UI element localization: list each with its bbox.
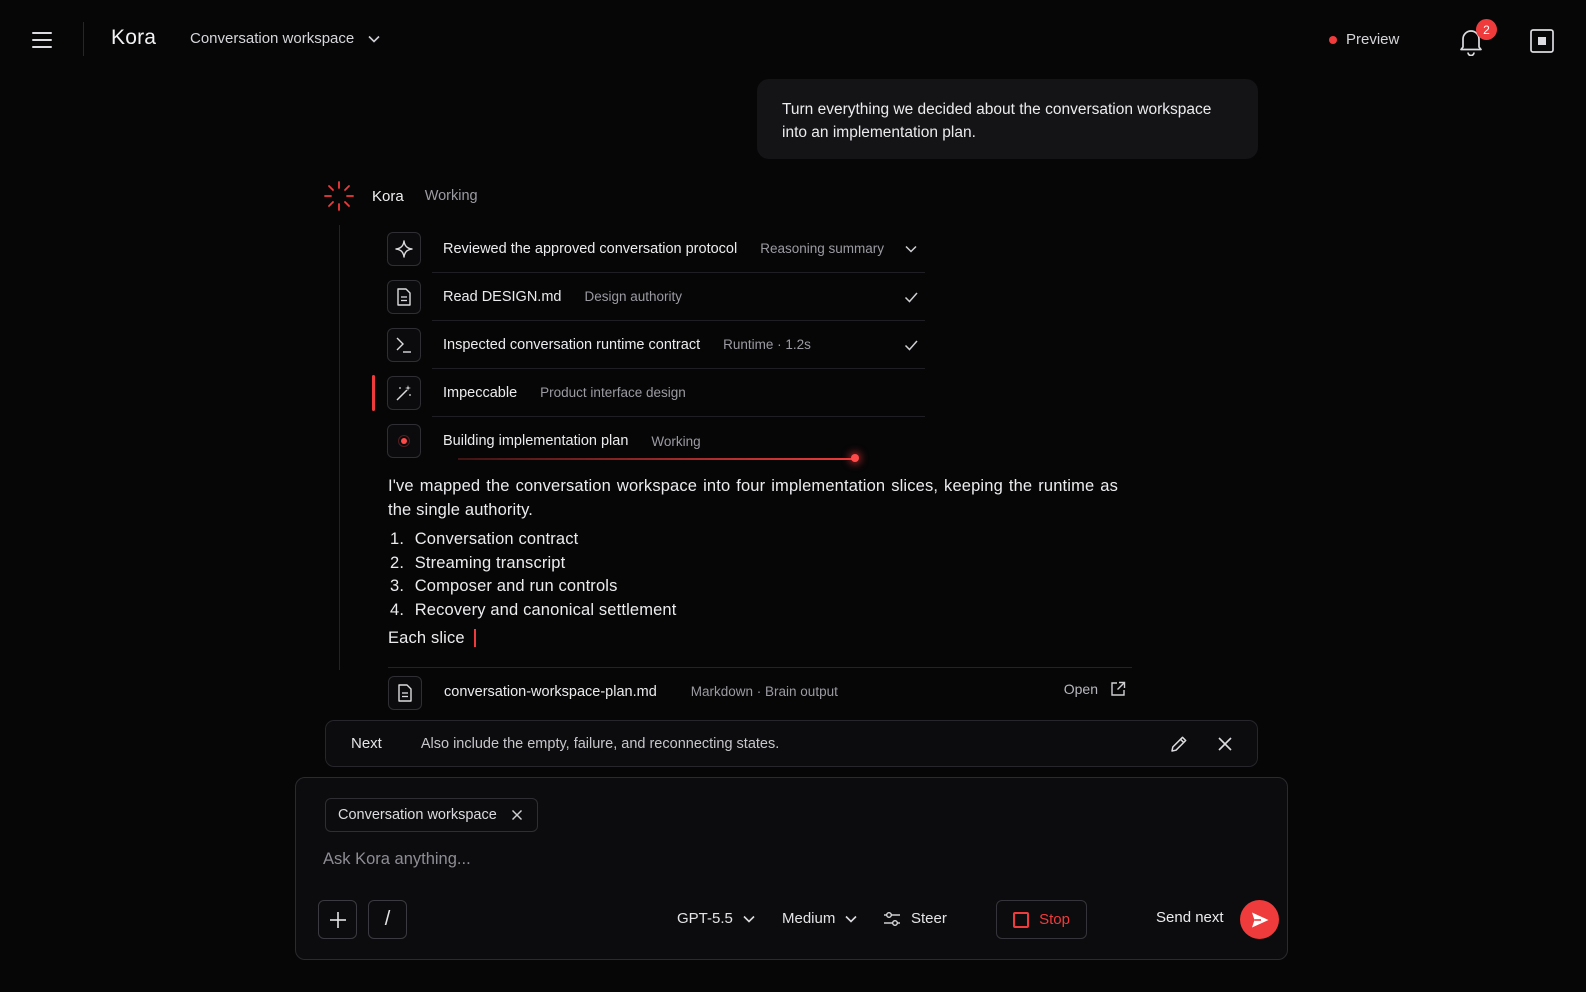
- chevron-down-icon[interactable]: [903, 241, 919, 257]
- steer-button[interactable]: Steer: [883, 910, 947, 927]
- sparkle-icon: [387, 232, 421, 266]
- pulse-dot-icon: [387, 424, 421, 458]
- list-item: 1. Conversation contract: [390, 530, 579, 548]
- queued-message-bar: Next Also include the empty, failure, an…: [325, 720, 1258, 767]
- list-item: 4. Recovery and canonical settlement: [390, 600, 677, 619]
- streaming-text: Each slice: [388, 629, 465, 647]
- chevron-down-icon: [743, 915, 755, 923]
- step-meta: Runtime · 1.2s: [723, 337, 811, 352]
- user-message-bubble: Turn everything we decided about the con…: [757, 79, 1258, 159]
- add-attachment-button[interactable]: [318, 900, 357, 939]
- app-brand: Kora: [111, 26, 157, 49]
- composer: Conversation workspace / GPT-5.5 Medium …: [295, 777, 1288, 960]
- step-meta: Design authority: [584, 289, 683, 304]
- artifact-row[interactable]: conversation-workspace-plan.md Markdown …: [388, 667, 1132, 715]
- streaming-line: Each slice: [388, 626, 1118, 650]
- pencil-icon[interactable]: [1169, 734, 1189, 754]
- top-bar: Kora Conversation workspace Preview 2: [0, 0, 1586, 80]
- message-input[interactable]: [323, 845, 1253, 873]
- chevron-down-icon: [368, 35, 380, 43]
- assistant-message: I've mapped the conversation workspace i…: [388, 474, 1118, 650]
- active-step-indicator: [372, 375, 375, 411]
- activity-step[interactable]: Inspected conversation runtime contract …: [387, 321, 925, 369]
- close-icon[interactable]: [1215, 734, 1235, 754]
- step-title: Reviewed the approved conversation proto…: [443, 240, 738, 257]
- step-title: Read DESIGN.md: [443, 288, 562, 305]
- close-icon[interactable]: [511, 809, 523, 821]
- activity-step-body: Reviewed the approved conversation proto…: [432, 225, 925, 273]
- plus-icon: [329, 911, 346, 928]
- sliders-icon: [884, 911, 900, 926]
- activity-step-body: Impeccable Product interface design: [432, 369, 925, 417]
- kora-sparkle-logo-icon: [324, 181, 354, 211]
- slice-list: 1. Conversation contract 2. Streaming tr…: [388, 527, 1118, 621]
- document-icon: [388, 675, 422, 710]
- artifact-open-button[interactable]: Open: [1064, 681, 1126, 697]
- step-title: Building implementation plan: [443, 433, 629, 449]
- stop-icon: [1013, 911, 1030, 928]
- effort-selector[interactable]: Medium: [782, 910, 857, 927]
- hamburger-menu-icon[interactable]: [28, 26, 56, 54]
- assistant-name: Kora: [372, 187, 404, 205]
- activity-step-body: Inspected conversation runtime contract …: [432, 321, 925, 369]
- plan-progress-line: [458, 458, 856, 460]
- list-item: 2. Streaming transcript: [390, 553, 566, 572]
- stop-label: Stop: [1039, 911, 1070, 928]
- check-icon: [904, 292, 918, 303]
- workspace-selector[interactable]: Conversation workspace: [190, 30, 380, 47]
- preview-button[interactable]: Preview: [1329, 31, 1399, 48]
- steer-label: Steer: [911, 910, 947, 927]
- step-title: Inspected conversation runtime contract: [443, 336, 701, 353]
- external-link-icon: [1111, 681, 1126, 696]
- step-meta: Reasoning summary: [760, 241, 885, 256]
- magic-wand-icon: [387, 376, 421, 410]
- step-meta: Product interface design: [540, 385, 686, 400]
- slash-command-button[interactable]: /: [368, 900, 407, 939]
- terminal-icon: [387, 328, 421, 362]
- queued-text: Also include the empty, failure, and rec…: [420, 735, 780, 752]
- preview-label: Preview: [1346, 31, 1400, 48]
- message-intro: I've mapped the conversation workspace i…: [388, 477, 1118, 519]
- notification-badge: 2: [1476, 19, 1497, 40]
- send-arrow-icon: [1251, 912, 1268, 927]
- user-message-line: Turn everything we decided about the con…: [782, 101, 1212, 118]
- list-item: 3. Composer and run controls: [390, 577, 618, 595]
- artifact-filename: conversation-workspace-plan.md: [444, 683, 657, 700]
- preview-status-dot: [1329, 35, 1337, 44]
- step-meta: Working: [651, 433, 701, 449]
- model-selector[interactable]: GPT-5.5: [677, 910, 755, 927]
- activity-step[interactable]: Impeccable Product interface design: [372, 369, 925, 417]
- activity-step[interactable]: Reviewed the approved conversation proto…: [387, 225, 925, 273]
- activity-step[interactable]: Read DESIGN.md Design authority: [387, 273, 925, 321]
- chevron-down-icon: [845, 915, 857, 923]
- assistant-status: Working: [424, 188, 478, 204]
- context-chip-label: Conversation workspace: [338, 807, 497, 823]
- effort-label: Medium: [782, 910, 836, 927]
- timeline-rail: [339, 225, 340, 670]
- queued-label: Next: [351, 735, 382, 752]
- header-divider: [83, 22, 84, 56]
- document-icon: [387, 280, 421, 314]
- model-label: GPT-5.5: [677, 910, 733, 927]
- send-button[interactable]: [1240, 900, 1279, 939]
- context-chip[interactable]: Conversation workspace: [325, 798, 538, 832]
- artifact-meta: Markdown · Brain output: [690, 684, 838, 699]
- check-icon: [904, 340, 918, 351]
- activity-steps: Reviewed the approved conversation proto…: [372, 225, 925, 465]
- artifact-open-label: Open: [1063, 681, 1098, 697]
- assistant-header: Kora Working: [323, 180, 478, 212]
- step-title: Impeccable: [443, 384, 518, 401]
- panel-toggle-icon[interactable]: [1529, 28, 1555, 54]
- stop-button[interactable]: Stop: [996, 900, 1087, 939]
- activity-step-body: Read DESIGN.md Design authority: [432, 273, 925, 321]
- workspace-name: Conversation workspace: [190, 30, 355, 47]
- user-message-line: into an implementation plan.: [782, 124, 976, 141]
- plan-progress-head: [851, 454, 859, 462]
- send-next-label: Send next: [1156, 909, 1224, 926]
- streaming-caret: [473, 629, 476, 647]
